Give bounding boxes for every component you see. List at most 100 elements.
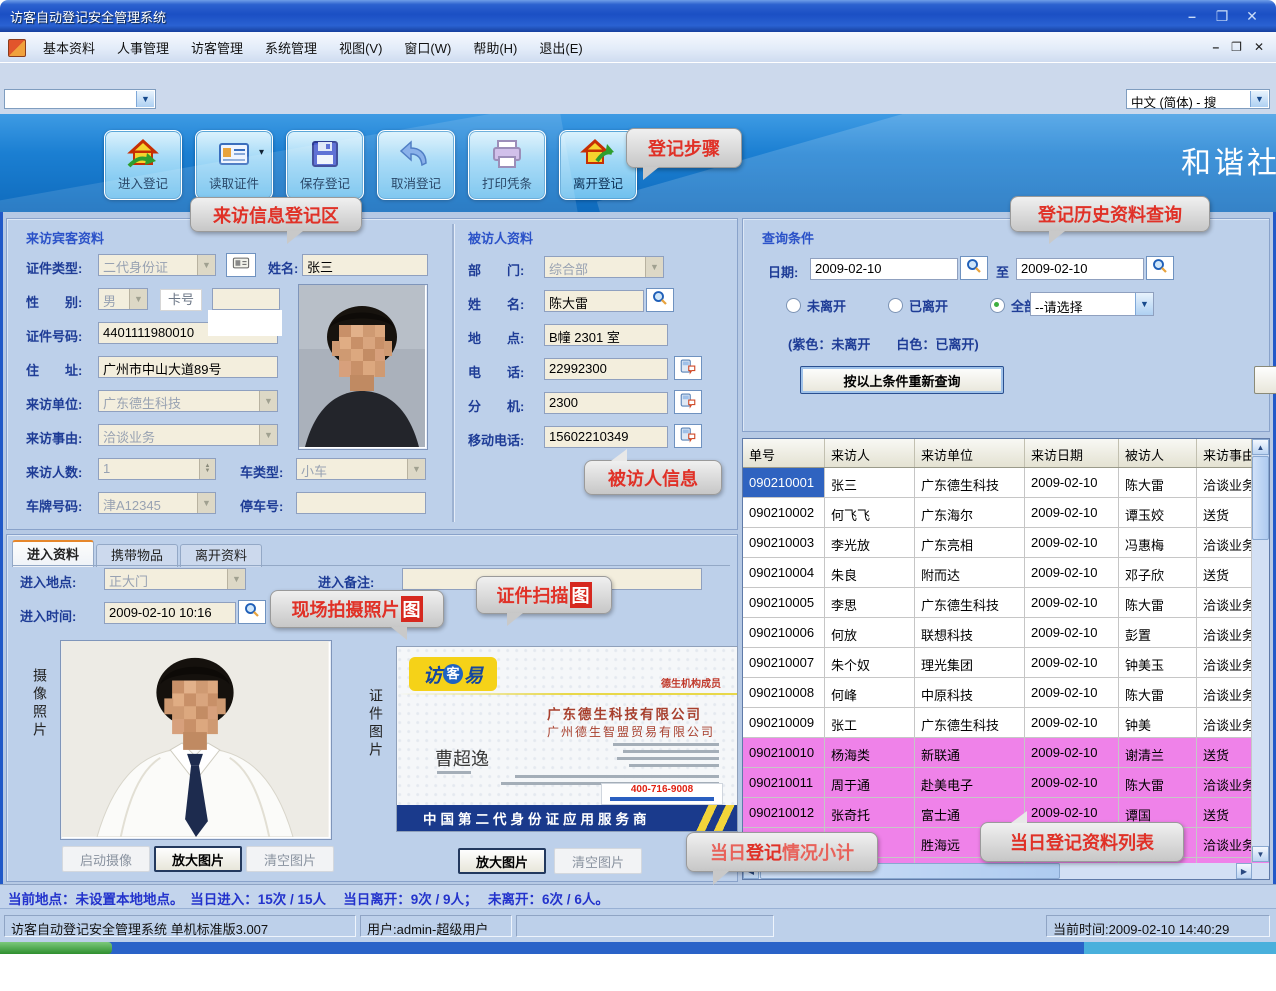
column-header-5[interactable]: 来访事由 xyxy=(1197,439,1252,467)
date-from-input[interactable]: 2009-02-10 xyxy=(810,258,958,280)
location-input[interactable]: B幢 2301 室 xyxy=(544,324,668,346)
chevron-down-icon[interactable]: ▼ xyxy=(197,255,215,275)
stepper-arrows-icon[interactable]: ▲▼ xyxy=(199,459,215,479)
table-row[interactable]: 090210010杨海类新联通2009-02-10谢清兰送货 xyxy=(743,738,1269,768)
requery-button[interactable]: 按以上条件重新查询 xyxy=(800,366,1004,394)
date-to-picker-button[interactable] xyxy=(1146,256,1174,280)
title-bar[interactable]: 访客自动登记安全管理系统 – ❐ ✕ xyxy=(0,0,1276,32)
card-no-input[interactable] xyxy=(212,288,280,310)
table-row[interactable]: 090210003李光放广东亮相2009-02-10冯惠梅洽谈业务 xyxy=(743,528,1269,558)
chevron-down-icon[interactable]: ▼ xyxy=(645,257,663,277)
ext-input[interactable]: 2300 xyxy=(544,392,668,414)
close-icon[interactable]: ✕ xyxy=(1242,8,1262,25)
language-select[interactable]: 中文 (简体) - 搜 ▼ xyxy=(1126,89,1270,109)
mobile-input[interactable]: 15602210349 xyxy=(544,426,668,448)
visit-company-select[interactable]: 广东德生科技▼ xyxy=(98,390,278,412)
vertical-scroll-thumb[interactable] xyxy=(1252,456,1269,540)
mdi-restore-icon[interactable]: ❐ xyxy=(1231,40,1242,54)
visited-name-search-button[interactable] xyxy=(646,288,674,312)
toolbar-button-undo[interactable]: 取消登记 xyxy=(377,130,455,200)
restore-icon[interactable]: ❐ xyxy=(1212,8,1232,25)
callout-tail xyxy=(1011,811,1027,823)
menu-item-3[interactable]: 系统管理 xyxy=(254,38,328,57)
parking-input[interactable] xyxy=(296,492,426,514)
table-row[interactable]: 090210011周于通赴美电子2009-02-10陈大雷洽谈业务 xyxy=(743,768,1269,798)
entry-location-select[interactable]: 正大门▼ xyxy=(104,568,246,590)
date-to-input[interactable]: 2009-02-10 xyxy=(1016,258,1144,280)
visited-name-input[interactable]: 陈大雷 xyxy=(544,290,644,312)
column-header-1[interactable]: 来访人 xyxy=(825,439,915,467)
gender-select[interactable]: 男▼ xyxy=(98,288,148,310)
chevron-down-icon[interactable]: ▼ xyxy=(227,569,245,589)
toolbar-button-enter-house[interactable]: 进入登记 xyxy=(104,130,182,200)
tab-携带物品[interactable]: 携带物品 xyxy=(96,544,178,567)
table-row[interactable]: 090210007朱个奴理光集团2009-02-10钟美玉洽谈业务 xyxy=(743,648,1269,678)
menu-item-1[interactable]: 人事管理 xyxy=(106,38,180,57)
phone-input[interactable]: 22992300 xyxy=(544,358,668,380)
camera-button-0[interactable]: 启动摄像 xyxy=(62,846,150,872)
vehicle-type-select[interactable]: 小车▼ xyxy=(296,458,426,480)
scroll-up-icon[interactable]: ▲ xyxy=(1252,439,1269,455)
table-row[interactable]: 090210009张工广东德生科技2009-02-10钟美洽谈业务 xyxy=(743,708,1269,738)
dial-mobile-button[interactable] xyxy=(674,424,702,448)
address-input[interactable]: 广州市中山大道89号 xyxy=(98,356,278,378)
toolbar-button-floppy[interactable]: 保存登记 xyxy=(286,130,364,200)
tab-离开资料[interactable]: 离开资料 xyxy=(180,544,262,567)
status-filter-select[interactable]: --请选择▼ xyxy=(1030,292,1154,316)
visitor-count-stepper[interactable]: 1 ▲▼ xyxy=(98,458,216,480)
dial-ext-button[interactable] xyxy=(674,390,702,414)
chevron-down-icon[interactable]: ▼ xyxy=(136,91,154,107)
camera-button-1[interactable]: 放大图片 xyxy=(154,846,242,872)
entry-time-input[interactable]: 2009-02-10 10:16 xyxy=(104,602,236,624)
toolbar-button-printer[interactable]: 打印凭条 xyxy=(468,130,546,200)
table-row[interactable]: 090210006何放联想科技2009-02-10彭置洽谈业务 xyxy=(743,618,1269,648)
column-header-2[interactable]: 来访单位 xyxy=(915,439,1025,467)
menu-item-6[interactable]: 帮助(H) xyxy=(462,38,528,57)
minimize-icon[interactable]: – xyxy=(1182,8,1202,25)
menu-item-4[interactable]: 视图(V) xyxy=(328,38,393,57)
column-header-0[interactable]: 单号 xyxy=(743,439,825,467)
tab-进入资料[interactable]: 进入资料 xyxy=(12,540,94,567)
entry-time-picker-button[interactable] xyxy=(238,600,266,624)
chevron-down-icon[interactable]: ▼ xyxy=(259,391,277,411)
id-type-select[interactable]: 二代身份证▼ xyxy=(98,254,216,276)
dept-select[interactable]: 综合部▼ xyxy=(544,256,664,278)
table-row[interactable]: 090210002何飞飞广东海尔2009-02-10谭玉姣送货 xyxy=(743,498,1269,528)
chevron-down-icon[interactable]: ▼ xyxy=(1135,293,1153,315)
table-row[interactable]: 090210001张三广东德生科技2009-02-10陈大雷洽谈业务 xyxy=(743,468,1269,498)
table-row[interactable]: 090210005李思广东德生科技2009-02-10陈大雷洽谈业务 xyxy=(743,588,1269,618)
menu-item-5[interactable]: 窗口(W) xyxy=(393,38,462,57)
advanced-query-button[interactable]: 高级查询 xyxy=(1254,366,1276,394)
chevron-down-icon[interactable]: ▼ xyxy=(1250,91,1268,107)
mdi-minimize-icon[interactable]: – xyxy=(1212,40,1219,54)
visitor-name-input[interactable]: 张三 xyxy=(302,254,428,276)
chevron-down-icon[interactable]: ▼ xyxy=(197,493,215,513)
date-from-picker-button[interactable] xyxy=(960,256,988,280)
dropdown-arrow-icon[interactable]: ▾ xyxy=(259,147,264,158)
menu-item-0[interactable]: 基本资料 xyxy=(32,38,106,57)
chevron-down-icon[interactable]: ▼ xyxy=(129,289,147,309)
menu-item-7[interactable]: 退出(E) xyxy=(528,38,593,57)
radio-已离开[interactable]: 已离开 xyxy=(888,296,948,315)
radio-未离开[interactable]: 未离开 xyxy=(786,296,846,315)
chevron-down-icon[interactable]: ▼ xyxy=(259,425,277,445)
visit-reason-select[interactable]: 洽谈业务▼ xyxy=(98,424,278,446)
card-button-0[interactable]: 放大图片 xyxy=(458,848,546,874)
mdi-close-icon[interactable]: ✕ xyxy=(1254,40,1264,54)
scroll-right-icon[interactable]: ▶ xyxy=(1236,863,1252,879)
dial-phone-button[interactable] xyxy=(674,356,702,380)
vertical-scrollbar[interactable]: ▲ ▼ xyxy=(1252,439,1269,862)
column-header-4[interactable]: 被访人 xyxy=(1119,439,1197,467)
table-row[interactable]: 090210004朱良附而达2009-02-10邓子欣送货 xyxy=(743,558,1269,588)
column-header-3[interactable]: 来访日期 xyxy=(1025,439,1119,467)
read-card-button[interactable] xyxy=(226,253,256,277)
menu-item-2[interactable]: 访客管理 xyxy=(180,38,254,57)
table-row[interactable]: 090210008何峰中原科技2009-02-10陈大雷洽谈业务 xyxy=(743,678,1269,708)
toolbar-button-id-card[interactable]: ▾读取证件 xyxy=(195,130,273,200)
card-button-1[interactable]: 清空图片 xyxy=(554,848,642,874)
chevron-down-icon[interactable]: ▼ xyxy=(407,459,425,479)
scroll-down-icon[interactable]: ▼ xyxy=(1252,846,1269,862)
camera-button-2[interactable]: 清空图片 xyxy=(246,846,334,872)
quick-combo[interactable]: ▼ xyxy=(4,89,156,109)
plate-select[interactable]: 津A12345▼ xyxy=(98,492,216,514)
